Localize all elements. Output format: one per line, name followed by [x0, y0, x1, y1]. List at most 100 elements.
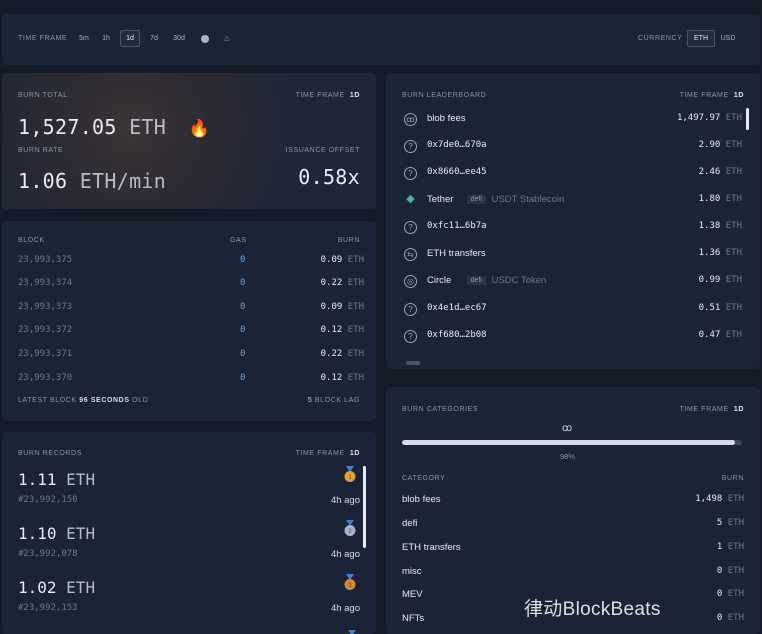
category-tag: defi	[466, 276, 486, 285]
table-row[interactable]: 23,993,374 0 0.22 ETH	[2, 278, 376, 292]
transfer-icon: ⇆	[404, 248, 417, 261]
burn-categories-label: BURN CATEGORIES	[402, 406, 479, 413]
leaderboard-row[interactable]: ? 0x7de0…670a 2.90 ETH	[386, 139, 760, 155]
record-block: #23,992,150	[18, 495, 78, 505]
record-item[interactable]: 1.10 ETH #23,992,078 4h ago 2	[2, 520, 376, 566]
col-burn-header: BURN	[721, 475, 744, 482]
burn-rate-value: 1.06 ETH/min	[18, 169, 167, 193]
category-name: blob fees	[402, 494, 441, 505]
leaderboard-name: 0x8660…ee45	[427, 167, 487, 177]
leaderboard-row[interactable]: ◎ Circle defi USDC Token 0.99 ETH	[386, 274, 760, 290]
col-block-header: BLOCK	[18, 237, 45, 244]
bronze-medal-icon: 3	[344, 574, 356, 590]
category-percent: 98%	[560, 452, 576, 461]
list-fade	[406, 361, 420, 365]
record-block: #23,992,153	[18, 603, 78, 613]
leaderboard-value: 1.80 ETH	[698, 194, 742, 204]
burn-records-card: BURN RECORDS TIME FRAME 1d 1.11 ETH #23,…	[2, 432, 376, 634]
time-frame-indicator: TIME FRAME 1d	[295, 450, 360, 457]
table-row[interactable]: 23,993,375 0 0.09 ETH	[2, 255, 376, 269]
currency-label: CURRENCY	[638, 35, 683, 42]
category-tag: defi	[466, 195, 486, 204]
category-value: 0 ETH	[716, 613, 744, 623]
record-item[interactable]: 1.02 ETH #23,992,153 4h ago 3	[2, 574, 376, 620]
category-name: NFTs	[402, 613, 425, 624]
leaderboard-name: Tether	[427, 194, 454, 205]
issuance-offset-value: 0.58x	[298, 165, 360, 189]
time-frame-indicator: TIME FRAME 1d	[295, 92, 360, 99]
blob-icon: ꝏ	[404, 113, 417, 126]
table-row[interactable]: 23,993,373 0 0.09 ETH	[2, 302, 376, 316]
watermark-logo: 律动BlockBeats	[524, 599, 661, 620]
category-name: defi	[402, 518, 418, 529]
tf-1d-button[interactable]: 1d	[120, 30, 140, 47]
burn-rate-label: BURN RATE	[18, 147, 64, 154]
currency-usd-button[interactable]: USD	[718, 30, 738, 47]
leaderboard-value: 0.51 ETH	[698, 303, 742, 313]
leaderboard-value: 1.38 ETH	[698, 221, 742, 231]
leaderboard-name: 0x7de0…670a	[427, 140, 487, 150]
category-name: misc	[402, 566, 422, 577]
leaderboard-row[interactable]: ? 0xf680…2b08 0.47 ETH	[386, 329, 760, 345]
table-row[interactable]: 23,993,370 0 0.12 ETH	[2, 373, 376, 387]
leaderboard-name: ETH transfers	[427, 248, 486, 259]
tether-icon: ◆	[406, 193, 415, 205]
category-value: 1,498 ETH	[695, 494, 744, 504]
record-block: #23,992,078	[18, 549, 78, 559]
category-progress-fill	[402, 440, 736, 445]
leaderboard-value: 2.46 ETH	[698, 167, 742, 177]
gold-medal-icon: 1	[344, 466, 356, 482]
currency-eth-button[interactable]: ETH	[687, 30, 715, 47]
blob-icon: ꝏ	[562, 423, 573, 434]
leaderboard-row[interactable]: ⇆ ETH transfers 1.36 ETH	[386, 247, 760, 263]
leaderboard-row[interactable]: ◆ Tether defi USDT Stablecoin 1.80 ETH	[386, 193, 760, 209]
category-progress-bar	[402, 440, 742, 445]
burn-total-value: 1,527.05 ETH 🔥	[18, 115, 210, 139]
fire-icon: ♨	[223, 34, 231, 43]
col-burn-header: BURN	[337, 237, 360, 244]
record-age: 4h ago	[330, 495, 360, 506]
leaderboard-name: 0x4e1d…ec67	[427, 303, 487, 313]
issuance-offset-label: ISSUANCE OFFSET	[285, 147, 360, 154]
leaderboard-name: Circle	[427, 275, 452, 286]
circle-icon: ◎	[404, 275, 417, 288]
leaderboard-value: 1.36 ETH	[698, 248, 742, 258]
category-name: ETH transfers	[402, 542, 461, 553]
leaderboard-description: USDC Token	[491, 275, 547, 286]
leaderboard-row[interactable]: ? 0x4e1d…ec67 0.51 ETH	[386, 302, 760, 318]
latest-block-age: LATEST BLOCK 96 SECONDS OLD	[18, 397, 149, 404]
tf-5m-button[interactable]: 5m	[76, 30, 92, 47]
leaderboard-name: blob fees	[427, 113, 466, 124]
table-row[interactable]: 23,993,372 0 0.12 ETH	[2, 325, 376, 339]
silver-medal-icon: 2	[344, 520, 356, 536]
leaderboard-name: 0xf680…2b08	[427, 330, 487, 340]
latest-blocks-card: BLOCK GAS BURN 23,993,375 0 0.09 ETH 23,…	[2, 221, 376, 421]
category-name: MEV	[402, 589, 423, 600]
table-row[interactable]: 23,993,371 0 0.22 ETH	[2, 349, 376, 363]
category-value: 1 ETH	[716, 542, 744, 552]
tf-30d-button[interactable]: 30d	[168, 30, 190, 47]
col-category-header: CATEGORY	[402, 475, 446, 482]
unknown-icon: ?	[404, 221, 417, 234]
leaderboard-value: 0.47 ETH	[698, 330, 742, 340]
merge-icon	[201, 34, 209, 43]
burn-total-card: BURN TOTAL TIME FRAME 1d 1,527.05 ETH 🔥 …	[2, 73, 376, 209]
tf-7d-button[interactable]: 7d	[146, 30, 162, 47]
time-frame-indicator: TIME FRAME 1d	[679, 92, 744, 99]
category-value: 5 ETH	[716, 518, 744, 528]
block-lag: 5 BLOCK LAG	[307, 397, 360, 404]
leaderboard-value: 2.90 ETH	[698, 140, 742, 150]
leaderboard-description: USDT Stablecoin	[491, 194, 565, 205]
tf-since-merge-button[interactable]	[196, 30, 214, 47]
leaderboard-row[interactable]: ? 0xfc11…6b7a 1.38 ETH	[386, 220, 760, 236]
unknown-icon: ?	[404, 140, 417, 153]
medal-icon	[348, 630, 356, 634]
leaderboard-value: 0.99 ETH	[698, 275, 742, 285]
leaderboard-row[interactable]: ? 0x8660…ee45 2.46 ETH	[386, 166, 760, 182]
record-age: 4h ago	[330, 549, 360, 560]
leaderboard-value: 1,497.97 ETH	[676, 113, 742, 123]
record-item[interactable]: 1.11 ETH #23,992,150 4h ago 1	[2, 466, 376, 512]
leaderboard-row[interactable]: ꝏ blob fees 1,497.97 ETH	[386, 112, 760, 128]
tf-1h-button[interactable]: 1h	[98, 30, 114, 47]
tf-since-burn-button[interactable]: ♨	[218, 30, 236, 47]
